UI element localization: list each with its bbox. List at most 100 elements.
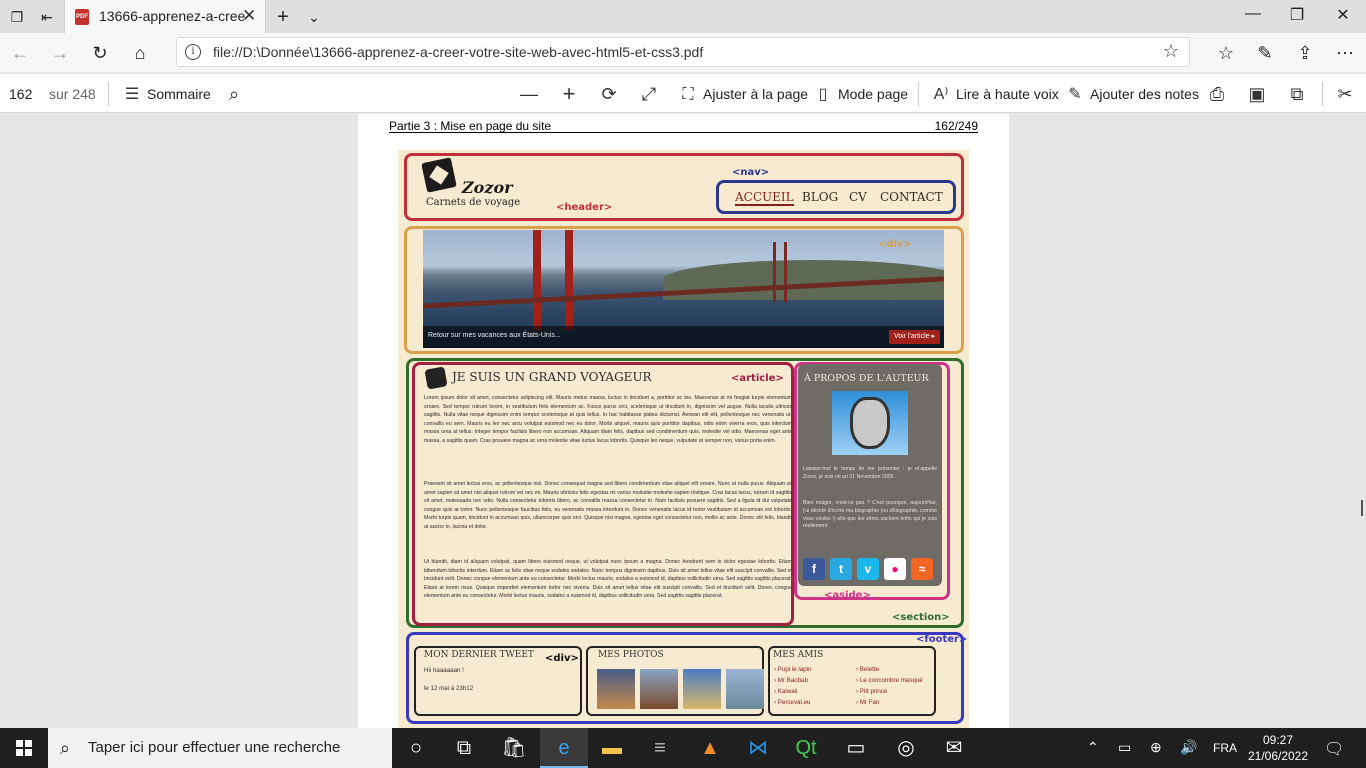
article-paragraph: Ut blandit, diam id aliquam volutpat, qu… [424, 559, 792, 600]
list-icon: ☰ [124, 86, 140, 103]
logo-tagline: Carnets de voyage [426, 197, 521, 208]
zoom-in-icon[interactable]: + [558, 83, 580, 105]
bridge-tower [533, 230, 573, 330]
cortana-icon[interactable]: ○ [392, 728, 440, 768]
zozor-avatar [850, 397, 890, 449]
minimize-icon[interactable]: — [1238, 5, 1268, 23]
print-icon[interactable]: ⎙ [1206, 83, 1228, 105]
facebook-icon: f [803, 558, 825, 580]
vimeo-icon: v [857, 558, 879, 580]
start-button[interactable] [0, 728, 48, 768]
network-icon[interactable]: ⊕ [1150, 739, 1162, 756]
fullscreen-icon[interactable]: ⤢ [638, 83, 660, 105]
pdf-toolbar: 162 sur 248 ☰ Sommaire ⌕ — + ⟳ ⤢ ⛶ Ajuster… [0, 73, 1366, 113]
pdf-viewer[interactable]: Partie 3 : Mise en page du site 162/249 … [0, 114, 1366, 728]
search-icon[interactable]: ⌕ [223, 83, 245, 105]
scrollbar-thumb[interactable] [1361, 500, 1363, 516]
tab-actions-icon[interactable]: ❐ [8, 8, 26, 26]
aside-text: Bien maigre, n'est-ce pas ? C'est pourqu… [803, 500, 937, 530]
photo-thumbnail [683, 669, 721, 709]
task-view-icon[interactable]: ⧉ [440, 728, 488, 768]
volume-icon[interactable]: 🔊 [1180, 739, 1197, 756]
banner-read-button: Voir l'article ▸ [888, 330, 940, 344]
info-icon[interactable]: i [185, 44, 201, 60]
add-notes-button[interactable]: ✎ Ajouter des notes [1066, 83, 1199, 105]
tab-title: 13666-apprenez-a-cree [99, 8, 246, 24]
read-aloud-button[interactable]: A⁾ Lire à haute voix [932, 83, 1059, 105]
flickr-icon: ● [884, 558, 906, 580]
article-tag: <article> [731, 373, 784, 384]
address-bar[interactable]: i file://D:\Donnée\13666-apprenez-a-cree… [176, 37, 1190, 67]
database-icon[interactable]: ≡ [636, 728, 684, 768]
file-explorer-icon[interactable]: ▬ [588, 728, 636, 768]
search-placeholder: Taper ici pour effectuer une recherche [88, 739, 341, 756]
footer-div-tag: <div> [545, 653, 579, 664]
clock[interactable]: 09:27 21/06/2022 [1246, 732, 1310, 764]
refresh-icon[interactable]: ↻ [89, 42, 111, 64]
friend-link: › Le concombre masqué [856, 677, 923, 684]
favorite-star-icon[interactable]: ☆ [1163, 41, 1179, 62]
twitter-icon: t [830, 558, 852, 580]
taskbar: ⌕ Taper ici pour effectuer une recherche… [0, 728, 1366, 768]
div-tag: <div> [878, 239, 912, 250]
zoom-out-icon[interactable]: — [518, 83, 540, 105]
friend-link: › Pupi le lapin [774, 666, 812, 673]
battery-icon[interactable]: ▭ [1118, 739, 1131, 756]
article-icon [424, 366, 448, 390]
contents-label: Sommaire [147, 86, 211, 102]
add-notes-label: Ajouter des notes [1090, 86, 1199, 102]
taskbar-search[interactable]: ⌕ Taper ici pour effectuer une recherche [48, 728, 392, 768]
pen-icon[interactable]: ✎ [1254, 42, 1276, 64]
new-tab-icon[interactable]: + [274, 7, 292, 27]
notifications-icon[interactable]: 🗨 [1324, 739, 1344, 759]
article-paragraph: Lorem ipsum dolor sit amet, consectetur … [424, 395, 792, 444]
friend-link: › Mr Baobab [774, 677, 809, 684]
page-header-right: 162/249 [934, 119, 978, 133]
forward-icon[interactable]: → [49, 42, 71, 64]
unpin-icon[interactable]: ✂ [1334, 83, 1356, 105]
back-icon[interactable]: ← [9, 42, 31, 64]
aside-tag: <aside> [824, 590, 871, 601]
logo-icon [421, 157, 457, 193]
vscode-icon[interactable]: ⋈ [734, 728, 782, 768]
close-tab-icon[interactable]: ✕ [242, 6, 256, 26]
logo-name: Zozor [462, 178, 513, 197]
rotate-icon[interactable]: ⟳ [598, 83, 620, 105]
save-icon[interactable]: ▣ [1246, 83, 1268, 105]
close-window-icon[interactable]: ✕ [1328, 5, 1358, 25]
fit-page-button[interactable]: ⛶ Ajuster à la page [679, 83, 808, 105]
friend-link: › Ptit prince [856, 688, 888, 695]
read-aloud-label: Lire à haute voix [956, 86, 1059, 102]
tab-list-chevron-icon[interactable]: ⌄ [305, 8, 323, 26]
page-mode-button[interactable]: ▯ Mode page [814, 83, 908, 105]
language-indicator[interactable]: FRA [1213, 741, 1237, 755]
aside-title: À PROPOS DE L'AUTEUR [804, 373, 929, 384]
fit-page-label: Ajuster à la page [703, 86, 809, 102]
mail-icon[interactable]: ✉ [930, 728, 978, 768]
restore-icon[interactable]: ❐ [1282, 5, 1312, 25]
photo-thumbnail [640, 669, 678, 709]
contents-button[interactable]: ☰ Sommaire [123, 83, 211, 105]
home-icon[interactable]: ⌂ [129, 42, 151, 64]
url-text[interactable]: file://D:\Donnée\13666-apprenez-a-creer-… [213, 44, 703, 60]
edge-icon[interactable]: e [540, 728, 588, 768]
address-row: ← → ↻ ⌂ i file://D:\Donnée\13666-apprene… [0, 33, 1366, 72]
save-as-icon[interactable]: ⧉ [1286, 83, 1308, 105]
photo-thumbnail [597, 669, 635, 709]
favorites-icon[interactable]: ☆ [1215, 42, 1237, 64]
app-ring-icon[interactable]: ◎ [882, 728, 930, 768]
vlc-icon[interactable]: ▲ [686, 728, 734, 768]
show-hidden-icons-icon[interactable]: ⌃ [1087, 739, 1099, 756]
page-number-input[interactable]: 162 [9, 86, 32, 102]
store-icon[interactable]: 🛍 [490, 728, 538, 768]
vertical-tabs-icon[interactable]: ⇤ [38, 8, 56, 26]
terminal-icon[interactable]: ▭ [832, 728, 880, 768]
banner-image: Retour sur mes vacances aux États-Unis..… [423, 230, 944, 348]
clock-date: 21/06/2022 [1247, 749, 1309, 763]
qt-icon[interactable]: Qt [782, 728, 830, 768]
page-total: sur 248 [49, 86, 96, 102]
article-paragraph: Praesent sit amet lectus eros, ac pellen… [424, 481, 792, 530]
share-icon[interactable]: ⇪ [1294, 42, 1316, 64]
tab-pdf[interactable]: PDF 13666-apprenez-a-cree ✕ [64, 0, 266, 33]
more-icon[interactable]: ⋯ [1334, 42, 1356, 64]
